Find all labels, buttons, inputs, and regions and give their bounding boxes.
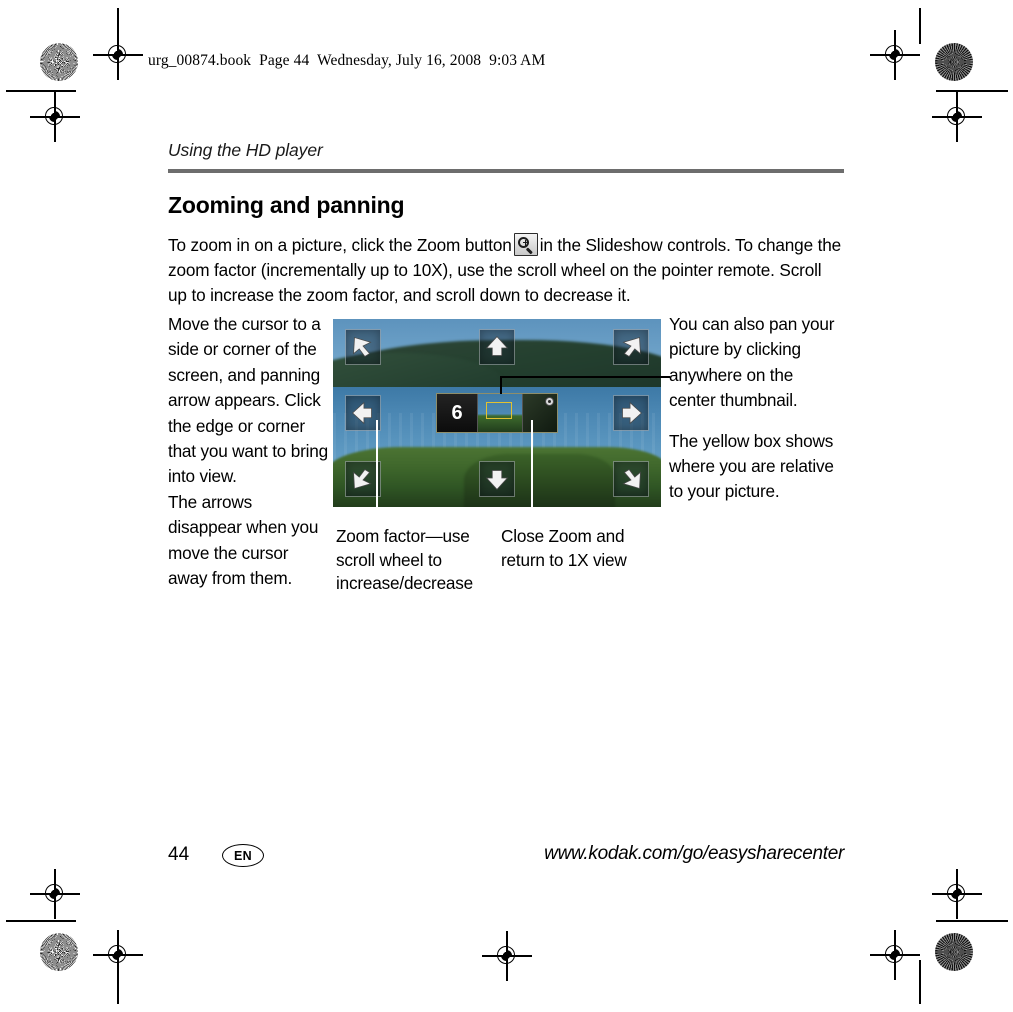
figure-left-annotation: Move the cursor to a side or corner of t… <box>168 312 328 591</box>
pan-arrow-right[interactable] <box>613 395 649 431</box>
trim-line-top-left-vertical <box>117 8 119 44</box>
trim-line-left-lower-horizontal <box>6 920 76 922</box>
registration-mark-right-upper <box>932 92 982 142</box>
close-icon <box>545 397 554 406</box>
zoom-factor-display: 6 <box>437 394 478 432</box>
registration-mark-left-upper <box>30 92 80 142</box>
left-annotation-paragraph-1: Move the cursor to a side or corner of t… <box>168 314 328 487</box>
intro-paragraph-part1: To zoom in on a picture, click the Zoom … <box>168 235 512 255</box>
right-annotation-paragraph-1: You can also pan your picture by clickin… <box>669 314 835 411</box>
intro-paragraph: To zoom in on a picture, click the Zoom … <box>168 233 844 308</box>
registration-mark-right-lower <box>932 869 982 919</box>
zoom-button-icon <box>513 233 538 256</box>
page-number: 44 <box>168 844 190 865</box>
registration-mark-bottom-right <box>870 930 920 980</box>
trim-line-bottom-left-vertical <box>117 960 119 1004</box>
registration-rosette-top-right <box>935 43 973 81</box>
pan-arrow-down[interactable] <box>479 461 515 497</box>
language-badge: EN <box>222 844 264 867</box>
figure-right-annotation: You can also pan your picture by clickin… <box>669 312 844 505</box>
trim-line-right-lower-horizontal <box>936 920 1008 922</box>
footer-url: www.kodak.com/go/easysharecenter <box>544 843 844 864</box>
registration-mark-left-lower <box>30 869 80 919</box>
leader-line-thumbnail-horizontal <box>500 376 670 378</box>
pan-arrow-down-right[interactable] <box>613 461 649 497</box>
pan-arrow-up[interactable] <box>479 329 515 365</box>
zoom-control-bar: 6 <box>436 393 558 433</box>
leader-line-close-zoom <box>531 420 533 518</box>
trim-line-left-upper-horizontal <box>6 90 76 92</box>
right-annotation-paragraph-2: The yellow box shows where you are relat… <box>669 430 834 502</box>
pan-arrow-up-right[interactable] <box>613 329 649 365</box>
trim-line-top-right-vertical <box>919 8 921 44</box>
registration-rosette-bottom-right <box>935 933 973 971</box>
page-footer: 44 EN www.kodak.com/go/easysharecenter <box>168 840 844 874</box>
center-thumbnail[interactable] <box>478 394 523 432</box>
trim-line-bottom-right-vertical <box>919 960 921 1004</box>
leader-line-zoom-factor <box>376 420 378 518</box>
leader-line-thumbnail-vertical <box>500 376 502 394</box>
running-head: Using the HD player <box>168 140 323 160</box>
hd-player-screenshot: 6 <box>333 319 661 507</box>
registration-mark-top-right <box>870 30 920 80</box>
header-rule <box>168 169 844 173</box>
pan-arrow-up-left[interactable] <box>345 329 381 365</box>
registration-rosette-bottom-left <box>40 933 78 971</box>
page-content: Using the HD player Zooming and panning … <box>168 140 844 308</box>
registration-rosette-top-left <box>40 43 78 81</box>
registration-mark-bottom-center <box>482 931 532 981</box>
left-annotation-paragraph-2: The arrows disappear when you move the c… <box>168 491 319 589</box>
caption-close-zoom: Close Zoom and return to 1X view <box>501 526 627 570</box>
print-job-banner: urg_00874.book Page 44 Wednesday, July 1… <box>148 52 546 69</box>
trim-line-right-upper-horizontal <box>936 90 1008 92</box>
close-zoom-button[interactable] <box>523 394 557 432</box>
viewport-indicator-box <box>486 402 512 419</box>
page-title: Zooming and panning <box>168 192 405 218</box>
caption-zoom-factor: Zoom factor—use scroll wheel to increase… <box>336 526 474 593</box>
